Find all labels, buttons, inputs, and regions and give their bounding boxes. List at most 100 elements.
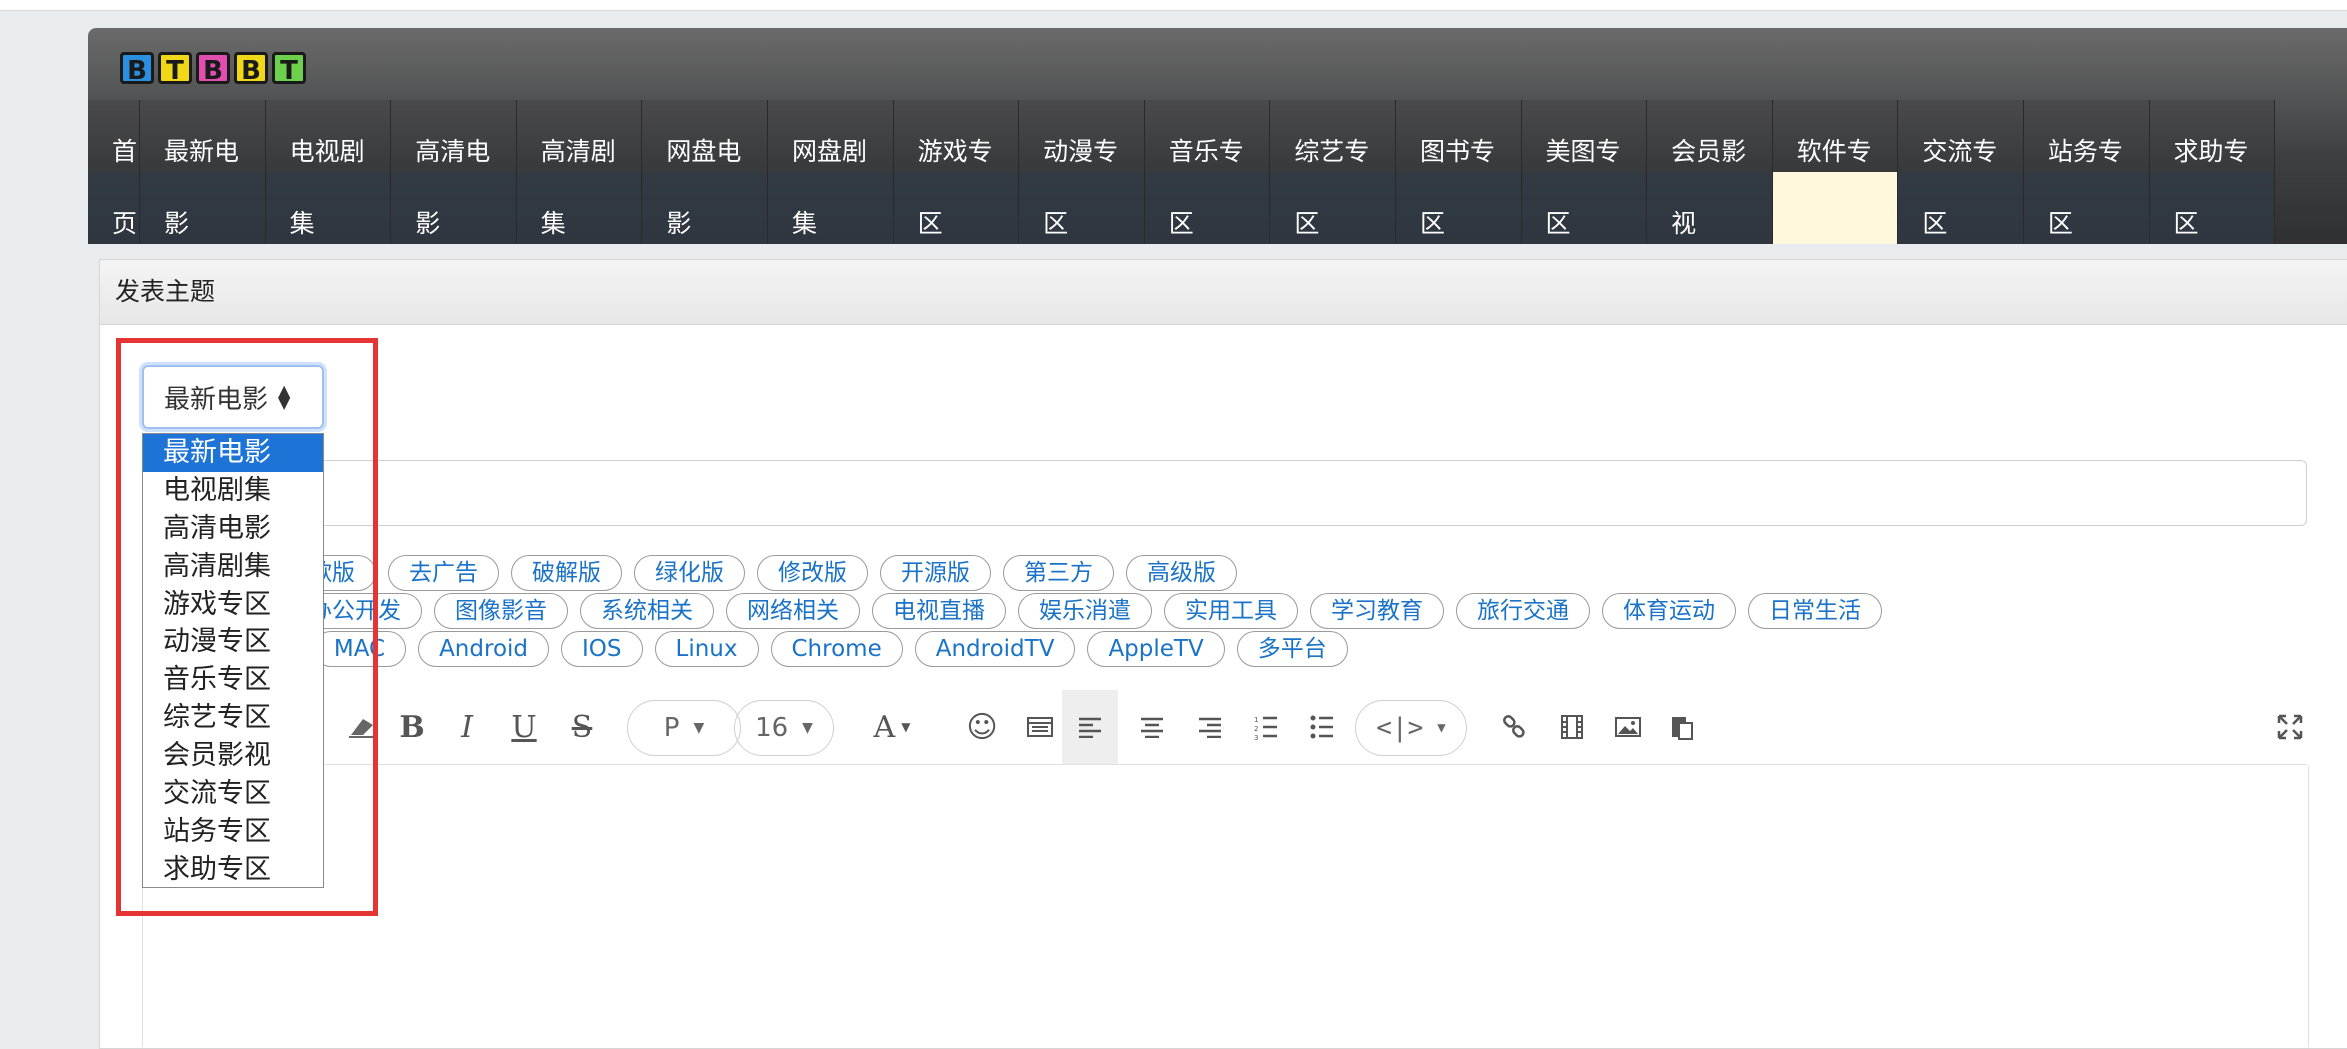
- nav-item-label-line2: 集: [540, 209, 566, 238]
- nav-item-label-line1: 高清剧: [540, 137, 616, 166]
- tag-pill[interactable]: 学习教育: [1310, 593, 1444, 629]
- forum-option[interactable]: 电视剧集: [143, 472, 323, 510]
- nav-item-label-line1: 美图专: [1545, 137, 1621, 166]
- forum-option[interactable]: 求助专区: [143, 851, 323, 889]
- forum-option[interactable]: 交流专区: [143, 775, 323, 813]
- title-input[interactable]: [142, 460, 2307, 526]
- tag-pill[interactable]: 破解版: [511, 555, 622, 591]
- tag-pill[interactable]: 体育运动: [1602, 593, 1736, 629]
- main-nav: 首页最新电影电视剧集高清电影高清剧集网盘电影网盘剧集游戏专区动漫专区音乐专区综艺…: [88, 100, 2347, 244]
- forum-option[interactable]: 会员影视: [143, 737, 323, 775]
- forum-option[interactable]: 音乐专区: [143, 661, 323, 699]
- tag-pill[interactable]: MAC: [312, 631, 407, 667]
- tag-pill[interactable]: 旅行交通: [1456, 593, 1590, 629]
- align-center-icon[interactable]: [1132, 690, 1172, 764]
- editor-toolbar: B I U S P ▼ 16 ▼ A ▼ ☺ 123 <|> ▼: [142, 690, 2307, 765]
- browser-top-strip: [0, 0, 2347, 11]
- align-left-icon[interactable]: [1062, 690, 1118, 764]
- nav-item[interactable]: 综艺专区: [1270, 100, 1396, 244]
- emoji-icon[interactable]: ☺: [962, 690, 1002, 764]
- nav-item[interactable]: 游戏专区: [893, 100, 1020, 244]
- tag-pill[interactable]: 网络相关: [726, 593, 860, 629]
- code-select[interactable]: <|> ▼: [1355, 700, 1467, 756]
- nav-item-label-line2: 页: [112, 209, 138, 238]
- select-arrows-icon: ▲ ▼: [278, 381, 291, 412]
- tag-pill[interactable]: AndroidTV: [914, 631, 1076, 667]
- table-icon[interactable]: [1020, 690, 1060, 764]
- nav-item-label-line2: 集: [289, 209, 315, 238]
- tag-pill[interactable]: 日常生活: [1748, 593, 1882, 629]
- strikethrough-icon[interactable]: S: [562, 690, 602, 764]
- logo-letter: T: [158, 52, 192, 86]
- nav-item[interactable]: 最新电影: [140, 100, 266, 244]
- underline-icon[interactable]: U: [504, 690, 544, 764]
- nav-item[interactable]: 交流专区: [1898, 100, 2024, 244]
- nav-item[interactable]: 求助专区: [2149, 100, 2276, 244]
- font-color-button[interactable]: A ▼: [862, 690, 922, 764]
- tag-pill[interactable]: AppleTV: [1087, 631, 1225, 667]
- tag-pill[interactable]: 绿化版: [634, 555, 745, 591]
- tag-pill[interactable]: 娱乐消遣: [1018, 593, 1152, 629]
- tag-pill[interactable]: 第三方: [1003, 555, 1114, 591]
- tag-pill[interactable]: 修改版: [757, 555, 868, 591]
- eraser-icon[interactable]: [342, 690, 382, 764]
- nav-item-label-line2: 区: [2173, 209, 2199, 238]
- nav-item[interactable]: 动漫专区: [1019, 100, 1145, 244]
- italic-icon[interactable]: I: [447, 690, 487, 764]
- nav-item-label-line2: 区: [1796, 209, 1822, 238]
- forum-option[interactable]: 高清剧集: [143, 548, 323, 586]
- nav-item[interactable]: 高清剧集: [516, 100, 643, 244]
- nav-item[interactable]: 图书专区: [1395, 100, 1522, 244]
- nav-item-label-line1: 电视剧: [289, 137, 365, 166]
- tag-pill[interactable]: Linux: [654, 631, 759, 667]
- forum-option[interactable]: 游戏专区: [143, 586, 323, 624]
- nav-item[interactable]: 音乐专区: [1144, 100, 1271, 244]
- tag-pill[interactable]: 高级版: [1126, 555, 1237, 591]
- align-right-icon[interactable]: [1190, 690, 1230, 764]
- tag-pill[interactable]: 实用工具: [1164, 593, 1298, 629]
- nav-item[interactable]: 网盘电影: [642, 100, 768, 244]
- nav-item-label-line1: 求助专: [2173, 137, 2249, 166]
- tag-pill[interactable]: 开源版: [880, 555, 991, 591]
- editor-content-area[interactable]: [142, 765, 2309, 1047]
- tag-pill[interactable]: 多平台: [1236, 631, 1348, 667]
- tag-pill[interactable]: Android: [418, 631, 550, 667]
- forum-option[interactable]: 动漫专区: [143, 623, 323, 661]
- nav-item[interactable]: 首页: [88, 100, 140, 244]
- link-icon[interactable]: [1494, 690, 1534, 764]
- nav-item-label-line2: 影: [666, 209, 692, 238]
- font-size-select[interactable]: 16 ▼: [734, 700, 834, 756]
- paste-icon[interactable]: [1662, 690, 1702, 764]
- tag-pill[interactable]: IOS: [561, 631, 643, 667]
- nav-item[interactable]: 电视剧集: [265, 100, 392, 244]
- ordered-list-icon[interactable]: 123: [1246, 690, 1286, 764]
- forum-option[interactable]: 综艺专区: [143, 699, 323, 737]
- bold-icon[interactable]: B: [392, 690, 432, 764]
- forum-option[interactable]: 最新电影: [143, 434, 323, 472]
- logo-letter: B: [120, 52, 154, 86]
- nav-item[interactable]: 网盘剧集: [767, 100, 894, 244]
- nav-item[interactable]: 站务专区: [2023, 100, 2150, 244]
- tag-pill[interactable]: 去广告: [388, 555, 499, 591]
- nav-item[interactable]: 美图专区: [1521, 100, 1648, 244]
- svg-text:3: 3: [1254, 734, 1258, 740]
- nav-item[interactable]: 会员影视: [1647, 100, 1773, 244]
- site-logo[interactable]: BTBBT: [120, 46, 306, 90]
- unordered-list-icon[interactable]: [1302, 690, 1342, 764]
- nav-item-label-line1: 图书专: [1419, 137, 1495, 166]
- font-size-value: 16: [755, 713, 789, 743]
- nav-item[interactable]: 软件专区: [1772, 100, 1899, 244]
- forum-option[interactable]: 站务专区: [143, 813, 323, 851]
- video-icon[interactable]: [1552, 690, 1592, 764]
- tag-pill[interactable]: 电视直播: [872, 593, 1006, 629]
- image-icon[interactable]: [1608, 690, 1648, 764]
- forum-select[interactable]: 最新电影 ▲ ▼: [142, 365, 324, 429]
- nav-item-label-line1: 最新电: [164, 137, 240, 166]
- paragraph-format-select[interactable]: P ▼: [627, 700, 741, 756]
- forum-option[interactable]: 高清电影: [143, 510, 323, 548]
- nav-item[interactable]: 高清电影: [391, 100, 517, 244]
- tag-pill[interactable]: Chrome: [770, 631, 903, 667]
- tag-pill[interactable]: 图像影音: [434, 593, 568, 629]
- fullscreen-icon[interactable]: [2272, 690, 2308, 764]
- tag-pill[interactable]: 系统相关: [580, 593, 714, 629]
